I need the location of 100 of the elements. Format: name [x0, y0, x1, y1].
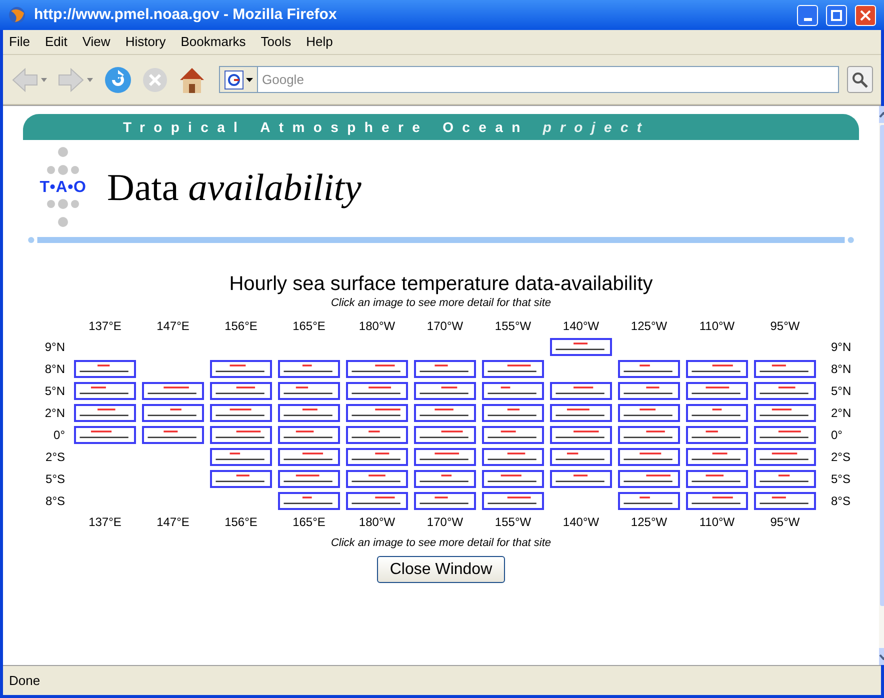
data-thumbnail[interactable] — [142, 382, 204, 400]
data-thumbnail[interactable] — [754, 404, 816, 422]
data-thumbnail[interactable] — [754, 470, 816, 488]
data-thumbnail[interactable] — [414, 448, 476, 466]
data-thumbnail[interactable] — [142, 426, 204, 444]
row-label: 8°S — [831, 493, 850, 510]
row-label: 2°N — [831, 405, 852, 422]
column-label: 110°W — [699, 318, 735, 335]
close-icon — [860, 10, 871, 20]
data-thumbnail[interactable] — [414, 382, 476, 400]
menu-item[interactable]: Edit — [44, 32, 68, 52]
data-thumbnail[interactable] — [210, 448, 272, 466]
data-thumbnail[interactable] — [550, 382, 612, 400]
row-label: 5°N — [831, 383, 852, 400]
data-thumbnail[interactable] — [74, 426, 136, 444]
data-thumbnail[interactable] — [278, 404, 340, 422]
data-thumbnail[interactable] — [142, 404, 204, 422]
search-button[interactable] — [847, 66, 873, 93]
close-button[interactable] — [855, 4, 876, 26]
data-thumbnail[interactable] — [550, 470, 612, 488]
data-thumbnail[interactable] — [278, 360, 340, 378]
data-thumbnail[interactable] — [686, 360, 748, 378]
column-label: 95°W — [770, 514, 800, 531]
data-thumbnail[interactable] — [482, 382, 544, 400]
data-thumbnail[interactable] — [686, 492, 748, 510]
data-thumbnail[interactable] — [414, 426, 476, 444]
data-thumbnail[interactable] — [754, 426, 816, 444]
data-thumbnail[interactable] — [278, 448, 340, 466]
data-thumbnail[interactable] — [686, 426, 748, 444]
data-thumbnail[interactable] — [74, 382, 136, 400]
menu-item[interactable]: File — [9, 32, 30, 52]
data-thumbnail[interactable] — [210, 426, 272, 444]
data-thumbnail[interactable] — [210, 470, 272, 488]
data-thumbnail[interactable] — [346, 382, 408, 400]
column-label: 165°E — [292, 514, 326, 531]
column-label: 147°E — [156, 318, 190, 335]
reload-icon[interactable] — [103, 64, 133, 94]
data-thumbnail[interactable] — [414, 470, 476, 488]
data-thumbnail[interactable] — [482, 426, 544, 444]
data-thumbnail[interactable] — [278, 382, 340, 400]
menu-item[interactable]: View — [82, 32, 110, 52]
data-thumbnail[interactable] — [686, 404, 748, 422]
data-thumbnail[interactable] — [346, 492, 408, 510]
data-thumbnail[interactable] — [482, 492, 544, 510]
data-thumbnail[interactable] — [482, 448, 544, 466]
data-thumbnail[interactable] — [550, 404, 612, 422]
data-thumbnail[interactable] — [346, 404, 408, 422]
data-thumbnail[interactable] — [754, 382, 816, 400]
data-thumbnail[interactable] — [74, 360, 136, 378]
data-thumbnail[interactable] — [346, 360, 408, 378]
data-thumbnail[interactable] — [618, 470, 680, 488]
row-label: 0° — [54, 427, 65, 444]
data-thumbnail[interactable] — [74, 404, 136, 422]
data-thumbnail[interactable] — [210, 360, 272, 378]
data-thumbnail[interactable] — [482, 404, 544, 422]
data-thumbnail[interactable] — [618, 404, 680, 422]
menu-item[interactable]: Bookmarks — [180, 32, 246, 52]
menu-item[interactable]: Tools — [260, 32, 292, 52]
minimize-button[interactable] — [797, 4, 818, 26]
data-thumbnail[interactable] — [754, 360, 816, 378]
data-thumbnail[interactable] — [550, 448, 612, 466]
data-thumbnail[interactable] — [618, 426, 680, 444]
menu-item[interactable]: Help — [306, 32, 333, 52]
data-thumbnail[interactable] — [346, 426, 408, 444]
data-thumbnail[interactable] — [618, 492, 680, 510]
maximize-button[interactable] — [826, 4, 847, 26]
data-thumbnail[interactable] — [754, 448, 816, 466]
data-thumbnail[interactable] — [210, 404, 272, 422]
column-label: 140°W — [562, 318, 600, 335]
data-thumbnail[interactable] — [278, 492, 340, 510]
data-thumbnail[interactable] — [550, 426, 612, 444]
data-thumbnail[interactable] — [210, 382, 272, 400]
data-thumbnail[interactable] — [414, 360, 476, 378]
data-thumbnail[interactable] — [754, 492, 816, 510]
data-thumbnail[interactable] — [618, 360, 680, 378]
data-thumbnail[interactable] — [686, 470, 748, 488]
menu-item[interactable]: History — [125, 32, 166, 52]
data-thumbnail[interactable] — [278, 426, 340, 444]
tao-logo: T•A•O — [29, 146, 97, 230]
column-label: 156°E — [224, 318, 258, 335]
data-thumbnail[interactable] — [414, 492, 476, 510]
data-thumbnail[interactable] — [618, 448, 680, 466]
row-label: 8°N — [831, 361, 852, 378]
data-thumbnail[interactable] — [346, 470, 408, 488]
data-thumbnail[interactable] — [278, 470, 340, 488]
data-thumbnail[interactable] — [482, 470, 544, 488]
data-thumbnail[interactable] — [618, 382, 680, 400]
data-thumbnail[interactable] — [346, 448, 408, 466]
row-label: 5°S — [46, 471, 65, 488]
banner-word: Ocean — [442, 118, 529, 136]
search-engine-button[interactable] — [220, 67, 258, 92]
data-thumbnail[interactable] — [414, 404, 476, 422]
data-thumbnail[interactable] — [482, 360, 544, 378]
data-thumbnail[interactable] — [686, 382, 748, 400]
column-label: 125°W — [630, 318, 668, 335]
row-label: 2°S — [46, 449, 65, 466]
column-label: 180°W — [358, 514, 396, 531]
close-window-button[interactable]: Close Window — [376, 556, 506, 583]
data-thumbnail[interactable] — [686, 448, 748, 466]
data-thumbnail[interactable] — [550, 338, 612, 356]
